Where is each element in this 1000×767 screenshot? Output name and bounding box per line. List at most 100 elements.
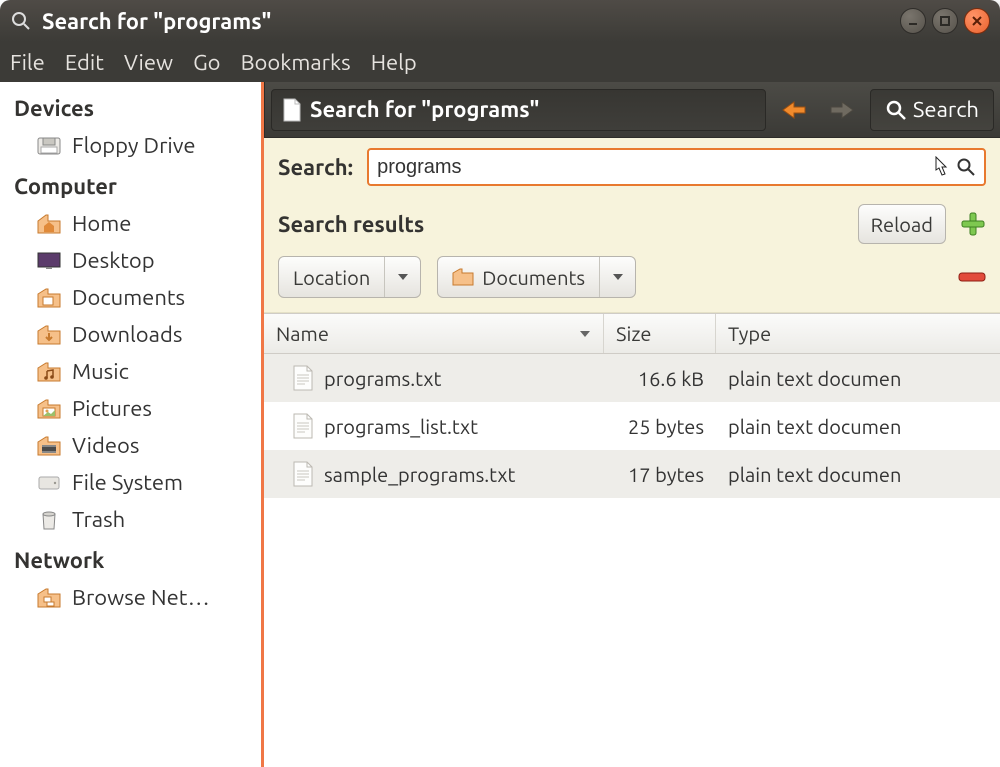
file-type: plain text documen	[716, 463, 1000, 486]
titlebar: Search for "programs"	[0, 0, 1000, 42]
cursor-icon	[934, 156, 950, 178]
floppy-icon	[36, 135, 62, 157]
search-panel: Search: Search results	[264, 138, 1000, 313]
folder-icon	[36, 361, 62, 383]
table-body: programs.txt16.6 kBplain text documenpro…	[264, 354, 1000, 498]
add-filter-button[interactable]	[960, 211, 986, 237]
sidebar-item-label: Music	[72, 359, 129, 384]
column-type[interactable]: Type	[716, 314, 1000, 353]
file-name: programs.txt	[324, 367, 441, 390]
sidebar-item-label: Pictures	[72, 396, 152, 421]
back-button[interactable]	[774, 90, 814, 130]
folder-icon	[452, 268, 474, 286]
desktop-icon	[36, 250, 62, 272]
search-icon	[885, 99, 907, 121]
sidebar-section-network: Network	[0, 538, 261, 579]
file-type: plain text documen	[716, 367, 1000, 390]
app-icon	[10, 10, 32, 32]
folder-icon	[36, 324, 62, 346]
toolbar: Search for "programs" Search	[264, 82, 1000, 138]
sidebar-item-downloads[interactable]: Downloads	[0, 316, 261, 353]
document-icon	[282, 98, 302, 122]
remove-filter-button[interactable]	[958, 272, 986, 282]
table-header: Name Size Type	[264, 314, 1000, 354]
menu-view[interactable]: View	[124, 50, 173, 75]
folder-icon	[36, 398, 62, 420]
column-label: Size	[616, 322, 651, 345]
filter-label: Location	[293, 266, 370, 289]
sidebar-item-documents[interactable]: Documents	[0, 279, 261, 316]
sidebar-item-label: Desktop	[72, 248, 155, 273]
sidebar-item-desktop[interactable]: Desktop	[0, 242, 261, 279]
filter-location-dropdown[interactable]: Location	[278, 256, 421, 298]
sidebar-item-label: Documents	[72, 285, 185, 310]
menu-go[interactable]: Go	[193, 50, 220, 75]
filter-documents-dropdown[interactable]: Documents	[437, 256, 636, 298]
sort-indicator-icon	[579, 330, 591, 338]
search-icon	[956, 157, 976, 177]
column-label: Name	[276, 322, 329, 345]
sidebar-item-pictures[interactable]: Pictures	[0, 390, 261, 427]
menu-bookmarks[interactable]: Bookmarks	[241, 50, 351, 75]
sidebar-item-filesystem[interactable]: File System	[0, 464, 261, 501]
minimize-button[interactable]	[900, 8, 926, 34]
window: Search for "programs" File Edit View Go …	[0, 0, 1000, 767]
file-type: plain text documen	[716, 415, 1000, 438]
folder-icon	[36, 587, 62, 609]
main: Search for "programs" Search	[264, 82, 1000, 767]
search-input-wrap[interactable]	[367, 148, 986, 186]
reload-button[interactable]: Reload	[858, 204, 946, 244]
filter-label: Documents	[482, 266, 585, 289]
folder-icon	[36, 435, 62, 457]
sidebar-item-trash[interactable]: Trash	[0, 501, 261, 538]
chevron-down-icon	[384, 257, 420, 297]
search-input[interactable]	[377, 156, 928, 179]
search-results-label: Search results	[278, 212, 424, 237]
sidebar-item-label: Downloads	[72, 322, 182, 347]
sidebar-item-browse-network[interactable]: Browse Net…	[0, 579, 261, 616]
sidebar-section-computer: Computer	[0, 164, 261, 205]
file-size: 16.6 kB	[604, 367, 716, 390]
table-row[interactable]: programs.txt 16.6 kBplain text documen	[264, 354, 1000, 402]
content: Devices Floppy Drive Computer Home Deskt…	[0, 82, 1000, 767]
results-table: Name Size Type programs.txt16.6 kBplain …	[264, 313, 1000, 767]
home-folder-icon	[36, 213, 62, 235]
menu-edit[interactable]: Edit	[65, 50, 104, 75]
folder-icon	[36, 287, 62, 309]
table-row[interactable]: programs_list.txt 25 bytesplain text docu…	[264, 402, 1000, 450]
sidebar-item-label: File System	[72, 470, 183, 495]
path-title: Search for "programs"	[310, 97, 539, 122]
column-label: Type	[728, 322, 771, 345]
menu-file[interactable]: File	[10, 50, 45, 75]
search-label: Search:	[278, 155, 353, 180]
file-name: sample_programs.txt	[324, 463, 515, 486]
reload-label: Reload	[871, 213, 933, 236]
trash-icon	[36, 509, 62, 531]
table-row[interactable]: sample_programs.txt17 bytesplain text do…	[264, 450, 1000, 498]
file-size: 25 bytes	[604, 415, 716, 438]
sidebar-item-label: Trash	[72, 507, 125, 532]
sidebar-item-music[interactable]: Music	[0, 353, 261, 390]
sidebar-item-label: Home	[72, 211, 131, 236]
sidebar-item-videos[interactable]: Videos	[0, 427, 261, 464]
column-size[interactable]: Size	[604, 314, 716, 353]
sidebar-item-home[interactable]: Home	[0, 205, 261, 242]
path-box[interactable]: Search for "programs"	[271, 89, 766, 131]
menu-help[interactable]: Help	[371, 50, 417, 75]
sidebar-item-floppy[interactable]: Floppy Drive	[0, 127, 261, 164]
sidebar-item-label: Videos	[72, 433, 139, 458]
search-toggle-label: Search	[913, 97, 979, 122]
maximize-button[interactable]	[932, 8, 958, 34]
forward-button[interactable]	[822, 90, 862, 130]
sidebar-section-devices: Devices	[0, 86, 261, 127]
search-toggle-button[interactable]: Search	[870, 89, 994, 131]
disk-icon	[36, 472, 62, 494]
column-name[interactable]: Name	[264, 314, 604, 353]
window-title: Search for "programs"	[42, 9, 890, 34]
menubar: File Edit View Go Bookmarks Help	[0, 42, 1000, 82]
close-button[interactable]	[964, 8, 990, 34]
chevron-down-icon	[599, 257, 635, 297]
sidebar-item-label: Browse Net…	[72, 585, 210, 610]
text-file-icon	[292, 461, 314, 487]
file-name: programs_list.txt	[324, 415, 478, 438]
